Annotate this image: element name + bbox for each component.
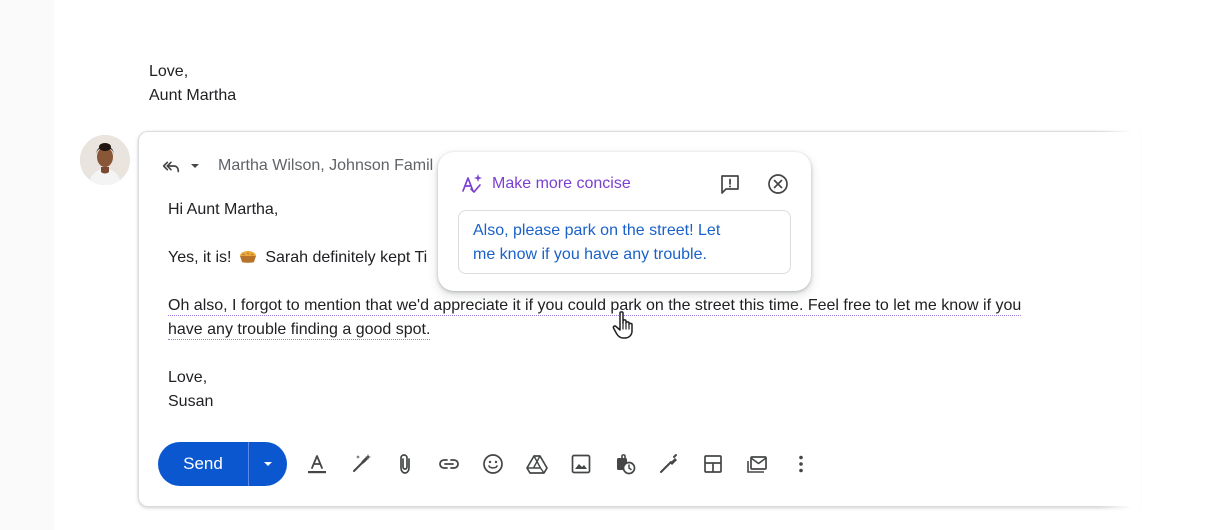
drive-icon[interactable] [525, 452, 549, 476]
confidential-mode-icon[interactable] [613, 452, 637, 476]
email-signature[interactable]: Susan [168, 390, 213, 414]
reply-all-icon[interactable] [160, 155, 182, 177]
email-closing[interactable]: Love, [168, 366, 207, 390]
line-1-prefix: Yes, it is! [168, 249, 232, 266]
avatar[interactable] [80, 135, 130, 185]
left-gutter [0, 0, 54, 530]
more-vert-icon[interactable] [789, 452, 813, 476]
attach-icon[interactable] [393, 452, 417, 476]
previous-message-signature: Love, Aunt Martha [149, 60, 236, 108]
suggestion-line-1: Also, please park on the street! Let [473, 222, 721, 239]
suggestion-box[interactable]: Also, please park on the street! Let me … [458, 210, 791, 274]
highlighted-text-1[interactable]: Oh also, I forgot to mention that we'd a… [168, 297, 1022, 316]
ai-write-icon[interactable] [349, 452, 373, 476]
pie-emoji-icon [239, 250, 257, 264]
compose-edge-fade [1100, 125, 1140, 515]
format-text-icon[interactable] [305, 452, 329, 476]
highlighted-text-2[interactable]: have any trouble finding a good spot. [168, 321, 431, 340]
send-button-group: Send [158, 442, 287, 486]
close-icon[interactable] [766, 172, 790, 196]
popup-title-row: Make more concise [460, 172, 631, 196]
recipients-field[interactable]: Martha Wilson, Johnson Famil [218, 157, 433, 175]
email-line-1[interactable]: Yes, it is! Sarah definitely kept Ti [168, 246, 427, 270]
ai-suggestion-popup: Make more concise Also, please park on t… [438, 152, 811, 291]
line-1-suffix: Sarah definitely kept Ti [265, 249, 428, 266]
compose-header: Martha Wilson, Johnson Famil [160, 154, 433, 178]
emoji-icon[interactable] [481, 452, 505, 476]
image-icon[interactable] [569, 452, 593, 476]
feedback-icon[interactable] [718, 172, 742, 196]
ai-sparkle-icon [460, 172, 484, 196]
signature-icon[interactable] [657, 452, 681, 476]
send-button[interactable]: Send [158, 442, 248, 486]
reply-type-dropdown-icon[interactable] [186, 157, 204, 175]
avatar-image [80, 135, 130, 185]
suggestion-line-2: me know if you have any trouble. [473, 246, 707, 263]
template-icon[interactable] [701, 452, 725, 476]
email-paragraph-line-2[interactable]: have any trouble finding a good spot. [168, 318, 431, 342]
send-options-icon[interactable] [249, 442, 287, 486]
email-paragraph-line-1[interactable]: Oh also, I forgot to mention that we'd a… [168, 294, 1022, 318]
hand-cursor-icon [612, 310, 638, 340]
compose-toolbar: Send [158, 442, 813, 486]
email-greeting[interactable]: Hi Aunt Martha, [168, 198, 278, 222]
schedule-email-icon[interactable] [745, 452, 769, 476]
link-icon[interactable] [437, 452, 461, 476]
popup-title[interactable]: Make more concise [492, 175, 631, 193]
previous-signature: Aunt Martha [149, 87, 237, 104]
previous-closing: Love, [149, 63, 189, 80]
